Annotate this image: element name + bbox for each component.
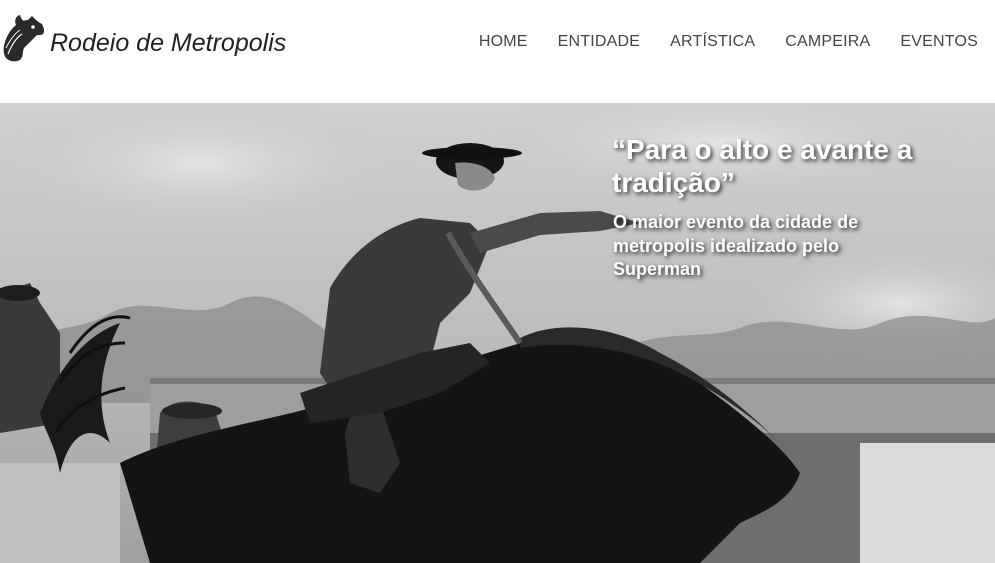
nav-item-campeira[interactable]: CAMPEIRA bbox=[785, 33, 870, 51]
site-header: Rodeio de Metropolis HOME ENTIDADE ARTÍS… bbox=[0, 0, 995, 103]
nav-item-artistica[interactable]: ARTÍSTICA bbox=[670, 33, 755, 51]
hero-quote: “Para o alto e avante a tradição” bbox=[612, 134, 913, 198]
hero-subtitle: O maior evento da cidade de metropolis i… bbox=[613, 212, 859, 279]
hero-banner: “Para o alto e avante a tradição” O maio… bbox=[0, 103, 995, 563]
site-title[interactable]: Rodeio de Metropolis bbox=[50, 29, 286, 58]
nav-item-entidade[interactable]: ENTIDADE bbox=[558, 33, 641, 51]
main-nav: HOME ENTIDADE ARTÍSTICA CAMPEIRA EVENTOS bbox=[449, 33, 978, 51]
nav-item-eventos[interactable]: EVENTOS bbox=[900, 33, 978, 51]
horse-head-icon[interactable] bbox=[2, 14, 46, 64]
nav-item-home[interactable]: HOME bbox=[479, 33, 528, 51]
